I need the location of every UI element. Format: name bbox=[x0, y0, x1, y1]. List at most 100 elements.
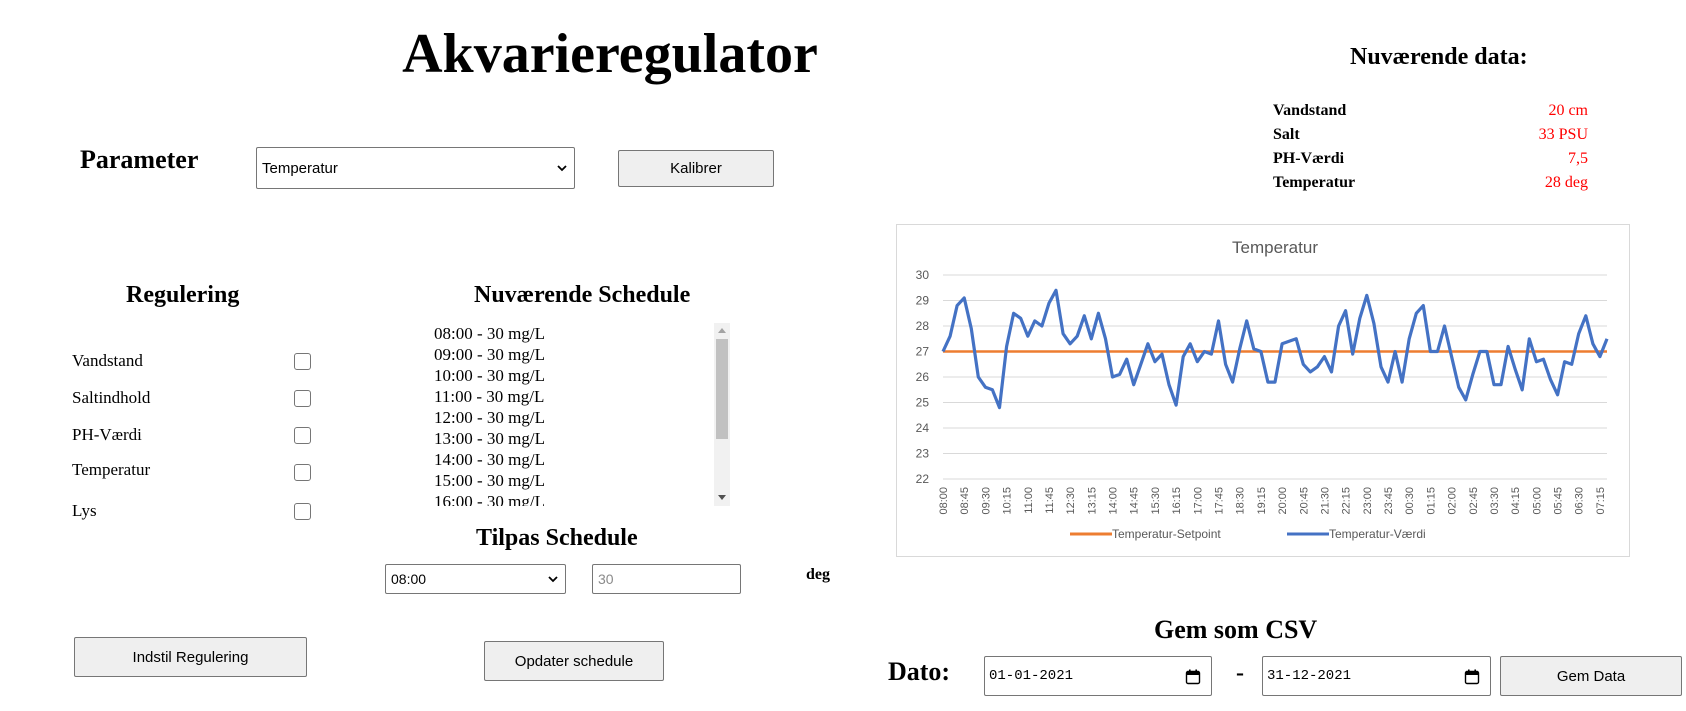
calibrate-button[interactable]: Kalibrer bbox=[618, 150, 774, 187]
scroll-down-icon[interactable] bbox=[718, 495, 726, 500]
regulering-checkbox-saltindhold[interactable] bbox=[294, 390, 311, 407]
date-from-value: 01-01-2021 bbox=[989, 668, 1074, 684]
adjust-schedule-title: Tilpas Schedule bbox=[476, 525, 638, 551]
x-tick-label: 19:15 bbox=[1256, 487, 1268, 515]
x-tick-label: 17:00 bbox=[1192, 487, 1204, 515]
chart-svg: Temperatur 22 23 24 25 26 27 28 29 30 08:00 08:45 09… bbox=[916, 238, 1609, 541]
regulering-label-temperatur: Temperatur bbox=[72, 460, 151, 479]
update-schedule-button[interactable]: Opdater schedule bbox=[484, 641, 664, 681]
temperature-chart: Temperatur 22 23 24 25 26 27 28 29 30 08:00 08:45 09… bbox=[896, 224, 1630, 557]
y-tick-label: 25 bbox=[916, 396, 930, 410]
calendar-icon[interactable] bbox=[1464, 669, 1480, 685]
regulering-checkbox-temperatur[interactable] bbox=[294, 464, 311, 481]
schedule-item: 12:00 - 30 mg/L bbox=[434, 408, 545, 427]
x-tick-label: 11:00 bbox=[1023, 487, 1035, 514]
x-tick-label: 10:15 bbox=[1002, 487, 1014, 515]
x-tick-label: 12:30 bbox=[1065, 487, 1077, 515]
x-tick-label: 14:00 bbox=[1108, 487, 1120, 515]
parameter-label: Parameter bbox=[80, 145, 199, 174]
time-select[interactable]: 08:00 bbox=[385, 564, 566, 594]
x-tick-label: 20:00 bbox=[1277, 487, 1289, 515]
regulering-title: Regulering bbox=[126, 282, 240, 308]
csv-title: Gem som CSV bbox=[1154, 615, 1318, 644]
current-data-title: Nuværende data: bbox=[1350, 44, 1528, 70]
x-tick-label: 23:00 bbox=[1362, 487, 1374, 515]
y-tick-label: 30 bbox=[916, 268, 930, 282]
schedule-title: Nuværende Schedule bbox=[474, 282, 691, 308]
chevron-down-icon bbox=[548, 576, 558, 583]
x-tick-label: 16:15 bbox=[1171, 487, 1183, 515]
date-label: Dato: bbox=[888, 657, 951, 686]
page-title: Akvarieregulator bbox=[402, 23, 818, 85]
current-value-temperatur: 28 deg bbox=[1544, 174, 1588, 191]
x-tick-label: 09:30 bbox=[980, 487, 992, 515]
x-tick-label: 00:30 bbox=[1404, 487, 1416, 515]
x-tick-label: 08:45 bbox=[959, 487, 971, 515]
x-tick-label: 03:30 bbox=[1489, 487, 1501, 515]
x-tick-label: 02:45 bbox=[1468, 487, 1480, 515]
regulering-label-vandstand: Vandstand bbox=[72, 351, 143, 370]
regulering-checkbox-lys[interactable] bbox=[294, 503, 311, 520]
x-tick-label: 05:45 bbox=[1553, 487, 1565, 515]
schedule-list[interactable]: 08:00 - 30 mg/L 09:00 - 30 mg/L 10:00 - … bbox=[420, 323, 732, 506]
x-tick-label: 08:00 bbox=[938, 487, 950, 515]
regulering-label-ph: PH-Værdi bbox=[72, 425, 142, 444]
current-label-temperatur: Temperatur bbox=[1273, 174, 1356, 191]
y-tick-label: 26 bbox=[916, 370, 930, 384]
x-tick-label: 17:45 bbox=[1213, 487, 1225, 515]
x-tick-label: 02:00 bbox=[1447, 487, 1459, 515]
current-label-salt: Salt bbox=[1273, 126, 1300, 143]
scroll-thumb[interactable] bbox=[716, 339, 728, 439]
date-to-value: 31-12-2021 bbox=[1267, 668, 1352, 684]
x-tick-label: 14:45 bbox=[1129, 487, 1141, 515]
date-from-input[interactable]: 01-01-2021 bbox=[984, 656, 1212, 696]
unit-label: deg bbox=[806, 566, 830, 583]
set-regulation-button[interactable]: Indstil Regulering bbox=[74, 637, 307, 677]
schedule-item: 13:00 - 30 mg/L bbox=[434, 429, 545, 448]
current-label-vandstand: Vandstand bbox=[1273, 102, 1347, 119]
y-tick-label: 27 bbox=[916, 345, 930, 359]
legend-label: Temperatur-Værdi bbox=[1329, 527, 1426, 541]
x-tick-label: 15:30 bbox=[1150, 487, 1162, 515]
schedule-item: 11:00 - 30 mg/L bbox=[434, 387, 545, 406]
x-tick-label: 05:00 bbox=[1531, 487, 1543, 515]
chevron-down-icon bbox=[557, 165, 567, 172]
y-tick-label: 28 bbox=[916, 319, 930, 333]
x-tick-label: 07:15 bbox=[1595, 487, 1607, 515]
save-data-button[interactable]: Gem Data bbox=[1500, 656, 1682, 696]
x-tick-label: 01:15 bbox=[1425, 487, 1437, 515]
schedule-scrollbar[interactable] bbox=[714, 323, 730, 506]
schedule-item: 10:00 - 30 mg/L bbox=[434, 366, 545, 385]
schedule-item: 15:00 - 30 mg/L bbox=[434, 471, 545, 490]
x-tick-label: 20:45 bbox=[1298, 487, 1310, 515]
x-tick-label: 22:15 bbox=[1341, 487, 1353, 515]
schedule-item: 16:00 - 30 mg/L bbox=[434, 492, 545, 506]
current-value-salt: 33 PSU bbox=[1538, 126, 1588, 143]
parameter-select[interactable]: Temperatur bbox=[256, 147, 575, 189]
current-label-ph: PH-Værdi bbox=[1273, 150, 1345, 167]
calendar-icon[interactable] bbox=[1185, 669, 1201, 685]
schedule-item: 09:00 - 30 mg/L bbox=[434, 345, 545, 364]
x-tick-label: 11:45 bbox=[1044, 487, 1056, 514]
series-line bbox=[941, 288, 1609, 410]
time-select-value: 08:00 bbox=[391, 571, 427, 587]
y-tick-label: 22 bbox=[916, 472, 930, 486]
x-tick-label: 04:15 bbox=[1510, 487, 1522, 515]
regulering-checkbox-vandstand[interactable] bbox=[294, 353, 311, 370]
regulering-checkbox-ph[interactable] bbox=[294, 427, 311, 444]
y-tick-label: 24 bbox=[916, 421, 930, 435]
schedule-value-input[interactable]: 30 bbox=[592, 564, 741, 594]
y-tick-label: 23 bbox=[916, 447, 930, 461]
x-tick-label: 06:30 bbox=[1574, 487, 1586, 515]
schedule-item: 08:00 - 30 mg/L bbox=[434, 324, 545, 343]
x-tick-label: 21:30 bbox=[1319, 487, 1331, 515]
regulering-label-saltindhold: Saltindhold bbox=[72, 388, 151, 407]
chart-title: Temperatur bbox=[1232, 238, 1318, 257]
x-tick-label: 23:45 bbox=[1383, 487, 1395, 515]
scroll-up-icon[interactable] bbox=[718, 328, 726, 333]
schedule-item: 14:00 - 30 mg/L bbox=[434, 450, 545, 469]
date-to-input[interactable]: 31-12-2021 bbox=[1262, 656, 1491, 696]
regulering-label-lys: Lys bbox=[72, 501, 97, 520]
legend-label: Temperatur-Setpoint bbox=[1112, 527, 1221, 541]
date-separator: - bbox=[1236, 660, 1244, 686]
